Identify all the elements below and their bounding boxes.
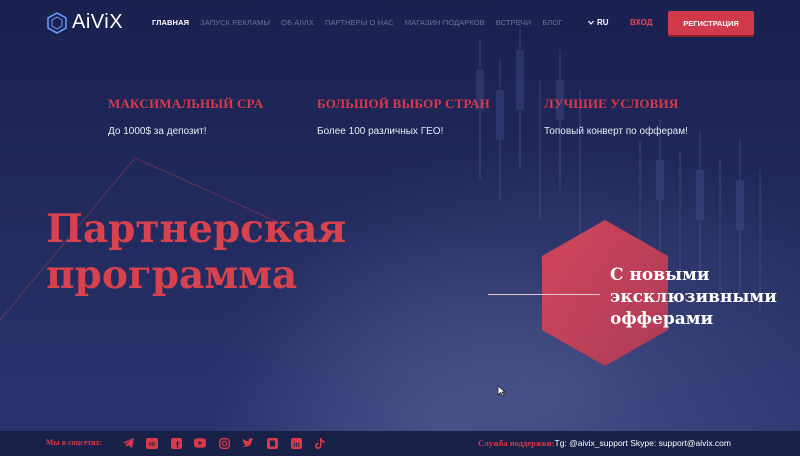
language-selector[interactable]: RU	[588, 18, 609, 27]
feature-text: Топовый конверт по офферам!	[544, 126, 688, 137]
mouse-cursor-icon	[497, 385, 506, 397]
facebook-icon[interactable]: f	[170, 437, 182, 449]
register-button[interactable]: РЕГИСТРАЦИЯ	[668, 11, 754, 35]
linkedin-icon[interactable]: in	[290, 437, 302, 449]
footer: Мы в соцсетях: vk f in Служба поддержки:…	[0, 431, 800, 456]
nav-item-blog[interactable]: БЛОГ	[542, 18, 562, 27]
logo-icon	[47, 11, 67, 34]
instagram-icon[interactable]	[218, 437, 230, 449]
social-label: Мы в соцсетях:	[46, 438, 103, 447]
support-label: Служба поддержки:	[478, 438, 555, 448]
vk-icon[interactable]: vk	[146, 437, 158, 449]
logo-text: AiViX	[72, 11, 124, 33]
tagline-line-2: эксклюзивными	[610, 287, 777, 307]
header: AiViX ГЛАВНАЯ ЗАПУСК РЕКЛАМЫ ОБ AIVIX ПА…	[0, 0, 800, 46]
hero-title-line-1: Партнерская	[46, 206, 347, 252]
language-label: RU	[597, 18, 609, 27]
feature-title: ЛУЧШИЕ УСЛОВИЯ	[544, 96, 679, 111]
feature-max-cpa: МАКСИМАЛЬНЫЙ CPA До 1000$ за депозит!	[108, 96, 263, 137]
nav-item-home[interactable]: ГЛАВНАЯ	[152, 18, 189, 27]
telegram-icon[interactable]	[122, 437, 134, 449]
youtube-icon[interactable]	[194, 437, 206, 449]
main-nav: ГЛАВНАЯ ЗАПУСК РЕКЛАМЫ ОБ AIVIX ПАРТНЕРЫ…	[152, 18, 563, 27]
tagline-line-1: С новыми	[610, 265, 710, 285]
feature-text: Более 100 различных ГЕО!	[317, 126, 444, 137]
tagline-line-3: офферами	[610, 309, 714, 329]
support-contacts[interactable]: Tg: @aivix_support Skype: support@aivix.…	[555, 438, 731, 448]
nav-item-partners[interactable]: ПАРТНЕРЫ О НАС	[325, 18, 394, 27]
nav-item-gift-shop[interactable]: МАГАЗИН ПОДАРКОВ	[405, 18, 485, 27]
feature-title: МАКСИМАЛЬНЫЙ CPA	[108, 96, 264, 111]
feature-text: До 1000$ за депозит!	[108, 126, 207, 137]
tenchat-icon[interactable]	[266, 437, 278, 449]
logo[interactable]: AiViX	[46, 11, 123, 34]
svg-text:in: in	[293, 442, 299, 449]
hero-title: Партнерская программа	[46, 206, 346, 298]
svg-text:vk: vk	[149, 442, 156, 448]
support-info: Служба поддержки:Tg: @aivix_support Skyp…	[478, 438, 731, 448]
nav-item-ads-launch[interactable]: ЗАПУСК РЕКЛАМЫ	[200, 18, 270, 27]
nav-item-meetings[interactable]: ВСТРЕЧИ	[496, 18, 532, 27]
tiktok-icon[interactable]	[314, 437, 326, 449]
feature-title: БОЛЬШОЙ ВЫБОР СТРАН	[317, 96, 490, 111]
decorative-line	[488, 294, 600, 295]
hero-title-line-2: программа	[46, 252, 298, 298]
feature-countries: БОЛЬШОЙ ВЫБОР СТРАН Более 100 различных …	[317, 96, 490, 137]
social-links: vk f in	[122, 437, 326, 449]
nav-item-about[interactable]: ОБ AIVIX	[281, 18, 314, 27]
twitter-icon[interactable]	[242, 437, 254, 449]
hero-tagline: С новыми эксклюзивными офферами	[610, 264, 777, 330]
login-link[interactable]: ВХОД	[630, 18, 652, 27]
chevron-down-icon	[588, 20, 594, 25]
feature-best-conditions: ЛУЧШИЕ УСЛОВИЯ Топовый конверт по оффера…	[544, 96, 688, 137]
